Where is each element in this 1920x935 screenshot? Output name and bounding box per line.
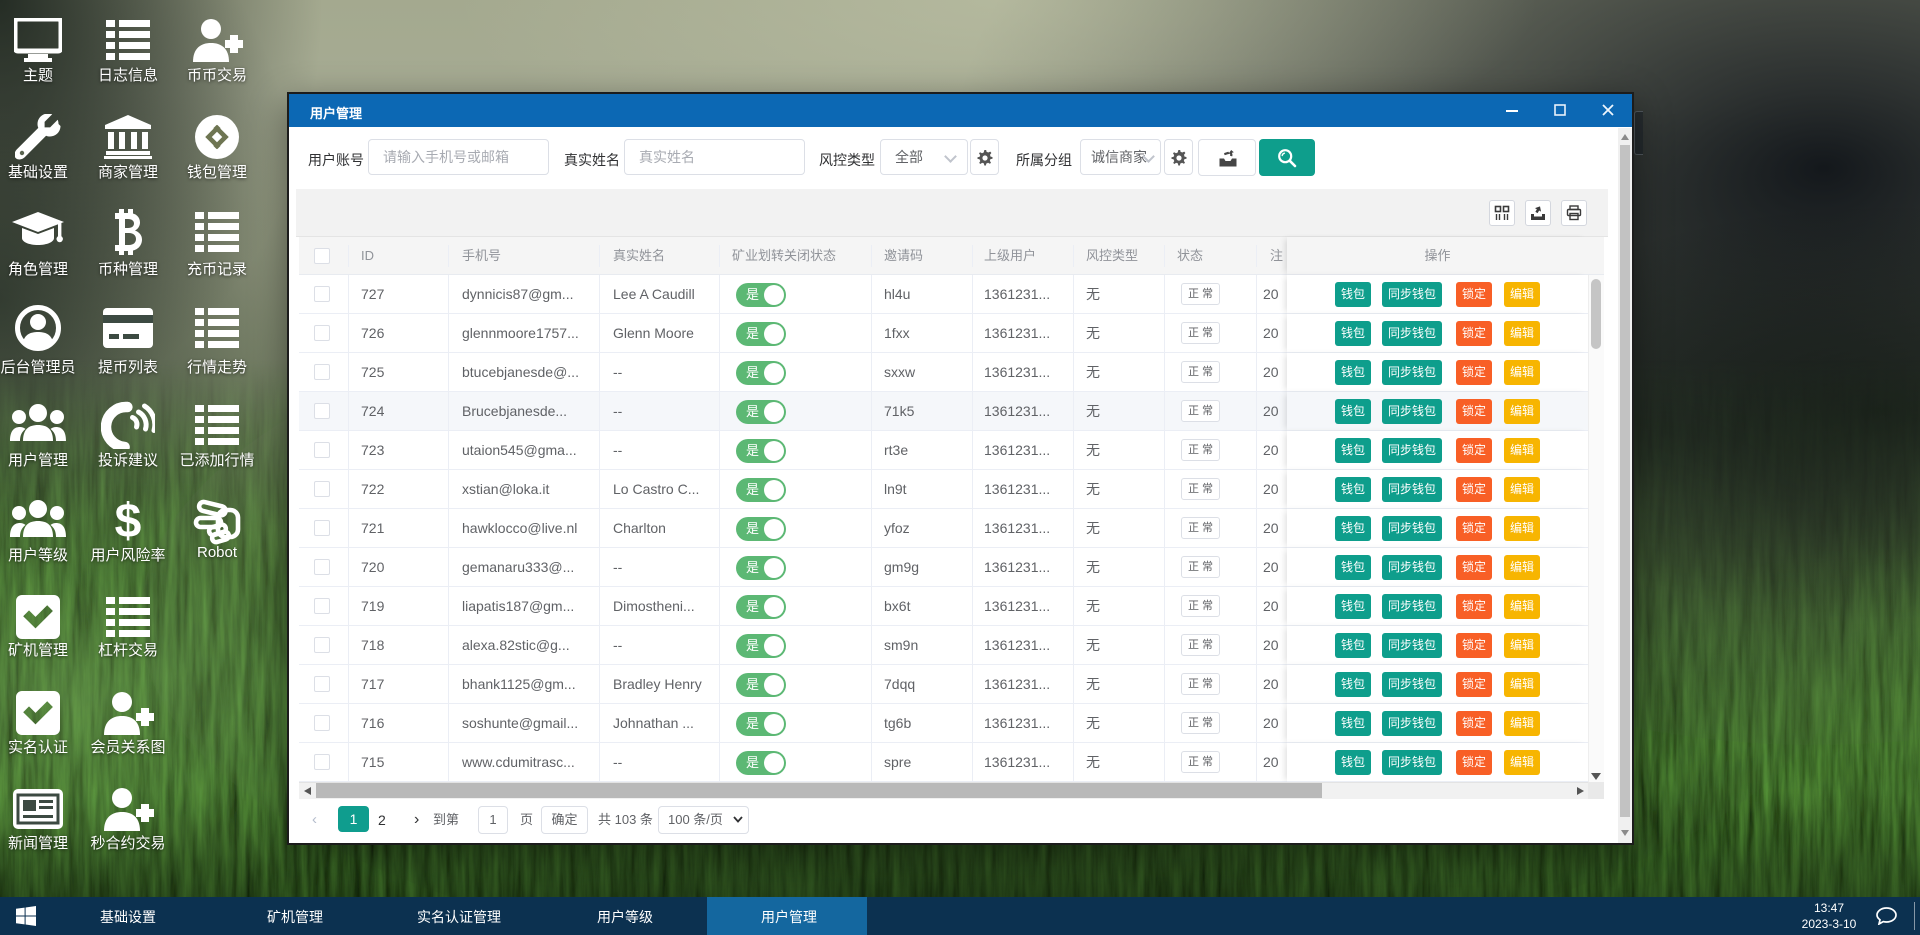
svg-text:$: $ bbox=[115, 497, 142, 545]
